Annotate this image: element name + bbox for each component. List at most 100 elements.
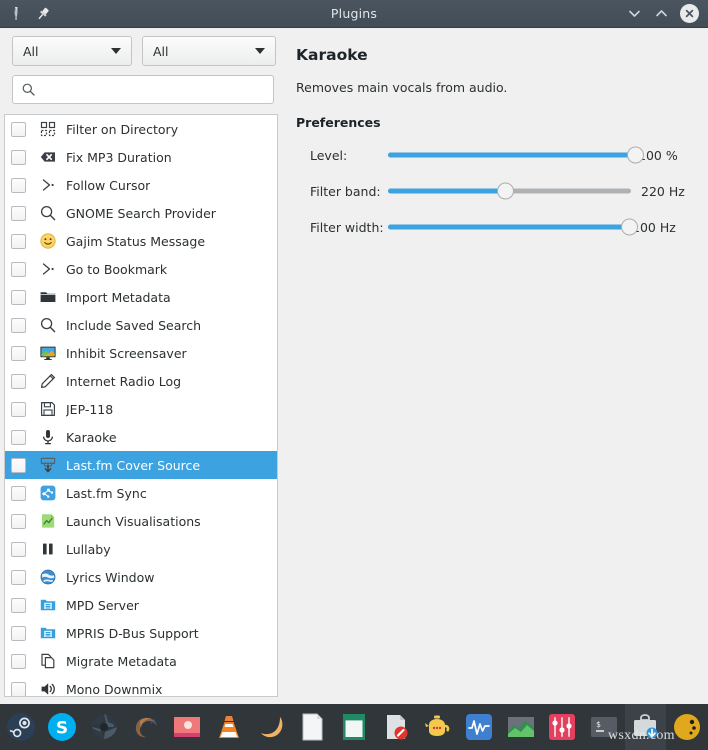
taskbar-ubuntu-button[interactable] bbox=[250, 704, 292, 750]
taskbar-libreoffice-calc-button[interactable] bbox=[333, 704, 375, 750]
plugin-list-item[interactable]: MPRIS D-Bus Support bbox=[5, 619, 277, 647]
svg-text:$: $ bbox=[596, 720, 601, 729]
plugin-enable-checkbox[interactable] bbox=[11, 430, 26, 445]
maximize-button[interactable] bbox=[653, 5, 670, 22]
plugin-list-item[interactable]: Last.fm Cover Source bbox=[5, 451, 277, 479]
plugin-enable-checkbox[interactable] bbox=[11, 374, 26, 389]
plugin-list-item[interactable]: Filter on Directory bbox=[5, 115, 277, 143]
taskbar-skype-button[interactable]: S bbox=[42, 704, 84, 750]
plugin-enable-checkbox[interactable] bbox=[11, 486, 26, 501]
taskbar-audacity-button[interactable] bbox=[458, 704, 500, 750]
plugin-list-item[interactable]: Last.fm Sync bbox=[5, 479, 277, 507]
plugin-enable-checkbox[interactable] bbox=[11, 654, 26, 669]
plugin-list-item[interactable]: Include Saved Search bbox=[5, 311, 277, 339]
plugin-enable-checkbox[interactable] bbox=[11, 122, 26, 137]
plugin-list-item[interactable]: Import Metadata bbox=[5, 283, 277, 311]
plugin-enable-checkbox[interactable] bbox=[11, 206, 26, 221]
plugin-list-item[interactable]: Lyrics Window bbox=[5, 563, 277, 591]
slider-thumb[interactable] bbox=[627, 147, 644, 164]
taskbar-software-updater-button[interactable] bbox=[625, 704, 667, 750]
floppy-save-icon bbox=[39, 400, 57, 418]
plugin-enable-checkbox[interactable] bbox=[11, 150, 26, 165]
magnifier-icon bbox=[39, 316, 57, 334]
taskbar-terminal-button[interactable]: $ bbox=[583, 704, 625, 750]
plugin-list-item-label: Include Saved Search bbox=[66, 318, 201, 333]
plugin-enable-checkbox[interactable] bbox=[11, 598, 26, 613]
preference-slider[interactable] bbox=[388, 181, 631, 201]
plugin-list-item-label: MPRIS D-Bus Support bbox=[66, 626, 199, 641]
preference-row: Filter width:100 Hz bbox=[296, 212, 696, 242]
taskbar-gparted-button[interactable] bbox=[666, 704, 708, 750]
plugin-list[interactable]: Filter on DirectoryFix MP3 Duration Follo… bbox=[4, 114, 278, 697]
plugin-type-combo-label: All bbox=[13, 44, 39, 59]
plugin-list-item[interactable]: Internet Radio Log bbox=[5, 367, 277, 395]
plugin-list-item[interactable]: Launch Visualisations bbox=[5, 507, 277, 535]
slider-thumb[interactable] bbox=[497, 183, 514, 200]
plugin-list-item[interactable]: Fix MP3 Duration bbox=[5, 143, 277, 171]
taskbar-steam-button[interactable] bbox=[0, 704, 42, 750]
preferences-list: Level:100 %Filter band:220 HzFilter widt… bbox=[296, 140, 696, 242]
plugin-list-item[interactable]: GNOME Search Provider bbox=[5, 199, 277, 227]
plugin-enable-checkbox[interactable] bbox=[11, 402, 26, 417]
minimize-button[interactable] bbox=[626, 5, 643, 22]
plugin-list-item[interactable]: Migrate Metadata bbox=[5, 647, 277, 675]
plugin-list-item[interactable]: MPD Server bbox=[5, 591, 277, 619]
preference-value: 100 Hz bbox=[632, 220, 676, 235]
title-bar: Plugins bbox=[0, 0, 708, 28]
plugin-list-item-label: Launch Visualisations bbox=[66, 514, 201, 529]
plugin-enable-checkbox[interactable] bbox=[11, 682, 26, 697]
plugin-list-item[interactable]: Mono Downmix bbox=[5, 675, 277, 697]
globe-icon bbox=[39, 568, 57, 586]
plugin-enable-checkbox[interactable] bbox=[11, 178, 26, 193]
preference-value: 220 Hz bbox=[641, 184, 685, 199]
plugin-list-item-label: Go to Bookmark bbox=[66, 262, 167, 277]
taskbar-vlc-button[interactable] bbox=[208, 704, 250, 750]
skype-icon: S bbox=[47, 712, 77, 742]
taskbar-image-viewer-button[interactable] bbox=[167, 704, 209, 750]
plugin-list-item-label: Last.fm Sync bbox=[66, 486, 147, 501]
preference-slider[interactable] bbox=[388, 145, 635, 165]
taskbar-system-monitor-button[interactable] bbox=[500, 704, 542, 750]
taskbar-mixer-button[interactable] bbox=[541, 704, 583, 750]
plugin-list-item-label: Mono Downmix bbox=[66, 682, 162, 697]
search-box[interactable] bbox=[12, 75, 274, 104]
plugin-list-item[interactable]: Inhibit Screensaver bbox=[5, 339, 277, 367]
plugin-list-item[interactable]: Karaoke bbox=[5, 423, 277, 451]
slider-thumb[interactable] bbox=[621, 219, 638, 236]
plugin-enable-checkbox[interactable] bbox=[11, 626, 26, 641]
plugin-enable-checkbox[interactable] bbox=[11, 570, 26, 585]
plugin-enable-checkbox[interactable] bbox=[11, 346, 26, 361]
plugin-list-item[interactable]: Follow Cursor bbox=[5, 171, 277, 199]
plugin-list-item[interactable]: Gajim Status Message bbox=[5, 227, 277, 255]
plugins-window: Plugins All bbox=[0, 0, 708, 750]
taskbar-shutter-button[interactable] bbox=[83, 704, 125, 750]
network-nodes-icon bbox=[39, 484, 57, 502]
plugin-list-item-label: Follow Cursor bbox=[66, 178, 150, 193]
microphone-icon bbox=[39, 428, 57, 446]
text-editor-icon bbox=[381, 712, 411, 742]
search-input[interactable] bbox=[36, 76, 273, 103]
pin-icon[interactable] bbox=[34, 5, 52, 23]
title-bar-left-icons bbox=[0, 5, 52, 23]
plugin-list-item[interactable]: JEP-118 bbox=[5, 395, 277, 423]
preference-slider[interactable] bbox=[388, 217, 629, 237]
plugin-enable-checkbox[interactable] bbox=[11, 514, 26, 529]
chart-green-icon bbox=[39, 512, 57, 530]
plugin-type-combo[interactable]: All bbox=[12, 36, 132, 66]
plugin-list-item[interactable]: Lullaby bbox=[5, 535, 277, 563]
close-button[interactable] bbox=[680, 4, 699, 23]
ubuntu-icon bbox=[256, 712, 286, 742]
plugin-enable-checkbox[interactable] bbox=[11, 262, 26, 277]
plugin-enable-checkbox[interactable] bbox=[11, 290, 26, 305]
plugin-list-item-label: Migrate Metadata bbox=[66, 654, 177, 669]
taskbar-text-editor-button[interactable] bbox=[375, 704, 417, 750]
taskbar-teapot-button[interactable] bbox=[416, 704, 458, 750]
plugin-enable-checkbox[interactable] bbox=[11, 542, 26, 557]
plugin-enable-checkbox[interactable] bbox=[11, 458, 26, 473]
plugin-status-combo[interactable]: All bbox=[142, 36, 276, 66]
taskbar-document-button[interactable] bbox=[291, 704, 333, 750]
taskbar-firefox-button[interactable] bbox=[125, 704, 167, 750]
plugin-enable-checkbox[interactable] bbox=[11, 234, 26, 249]
plugin-enable-checkbox[interactable] bbox=[11, 318, 26, 333]
plugin-list-item[interactable]: Go to Bookmark bbox=[5, 255, 277, 283]
